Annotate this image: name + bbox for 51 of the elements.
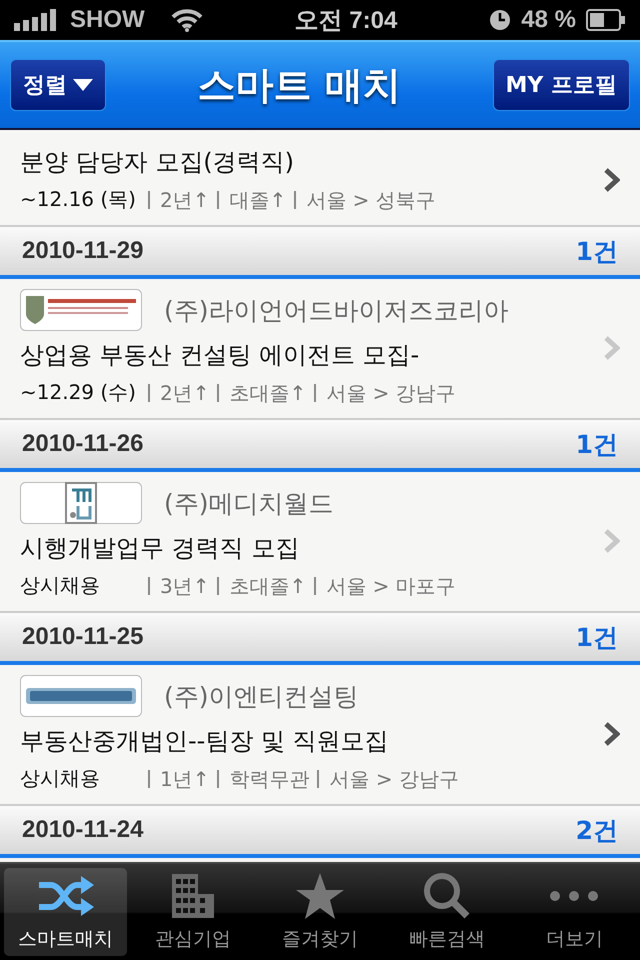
company-name: (주)이엔티컨설팅	[164, 680, 359, 712]
job-detail: 서울 > 성북구	[294, 190, 444, 208]
caret-icon	[73, 79, 93, 91]
section-date: 2010-11-25	[22, 623, 144, 651]
job-detail: 2년↑	[148, 190, 218, 208]
tab-button[interactable]: 스마트매치	[4, 868, 128, 956]
tab-button[interactable]: 더보기	[512, 868, 636, 956]
sort-button[interactable]: 정렬	[10, 59, 106, 111]
deadline: 상시채용	[20, 572, 101, 599]
clock-icon	[489, 9, 512, 31]
section-date: 2010-11-26	[22, 430, 144, 458]
app-title: 스마트 매치	[198, 62, 401, 108]
job-detail: 서울 > 강남구	[314, 384, 464, 402]
building-icon	[172, 874, 214, 918]
job-detail: 서울 > 강남구	[317, 770, 467, 788]
company-name: (주)라이언어드바이저즈코리아	[164, 294, 509, 326]
section-date: 2010-11-29	[22, 237, 144, 265]
job-title: 시행개발업무 경력직 모집	[20, 533, 300, 564]
deadline: ~12.29 (수)	[20, 379, 137, 406]
company-name: (주)메디치월드	[164, 488, 334, 520]
clock-time: 오전 7:04	[294, 7, 398, 34]
job-detail: 초대졸↑	[217, 384, 314, 402]
job-detail: 대졸↑	[217, 190, 294, 208]
tab-button[interactable]: 관심기업	[131, 868, 254, 956]
tab-button[interactable]: 즐겨찾기	[258, 868, 382, 956]
job-detail: 초대졸↑	[217, 576, 314, 594]
job-detail: 1년↑	[148, 770, 218, 788]
job-detail: 학력무관	[217, 770, 318, 788]
deadline: ~12.16 (목)	[20, 186, 137, 213]
tab-button[interactable]: 빠른검색	[386, 868, 509, 956]
job-count: 1건	[576, 622, 618, 654]
job-count: 2건	[576, 814, 618, 846]
shuffle-icon	[36, 875, 95, 917]
job-detail: 서울 > 마포구	[314, 576, 464, 594]
job-title: 부동산중개법인--팀장 및 직원모집	[20, 726, 390, 757]
carrier-name: SHOW	[70, 6, 145, 34]
job-detail: 2년↑	[148, 384, 218, 402]
deadline: 상시채용	[20, 765, 101, 792]
job-title: 분양 담당자 모집(경력직)	[20, 147, 295, 178]
wifi-icon	[170, 8, 203, 32]
job-title: 상업용 부동산 컨설팅 에이전트 모집-	[20, 340, 420, 371]
battery-icon	[586, 9, 626, 31]
more-icon	[549, 890, 600, 902]
section-date: 2010-11-24	[22, 816, 144, 844]
battery-percent: 48 %	[521, 6, 576, 34]
job-detail: 3년↑	[148, 576, 218, 594]
search-icon	[423, 872, 472, 920]
star-icon	[296, 873, 344, 919]
job-count: 1건	[576, 236, 618, 268]
profile-button[interactable]: MY 프로필	[492, 59, 630, 111]
job-count: 1건	[576, 428, 618, 460]
